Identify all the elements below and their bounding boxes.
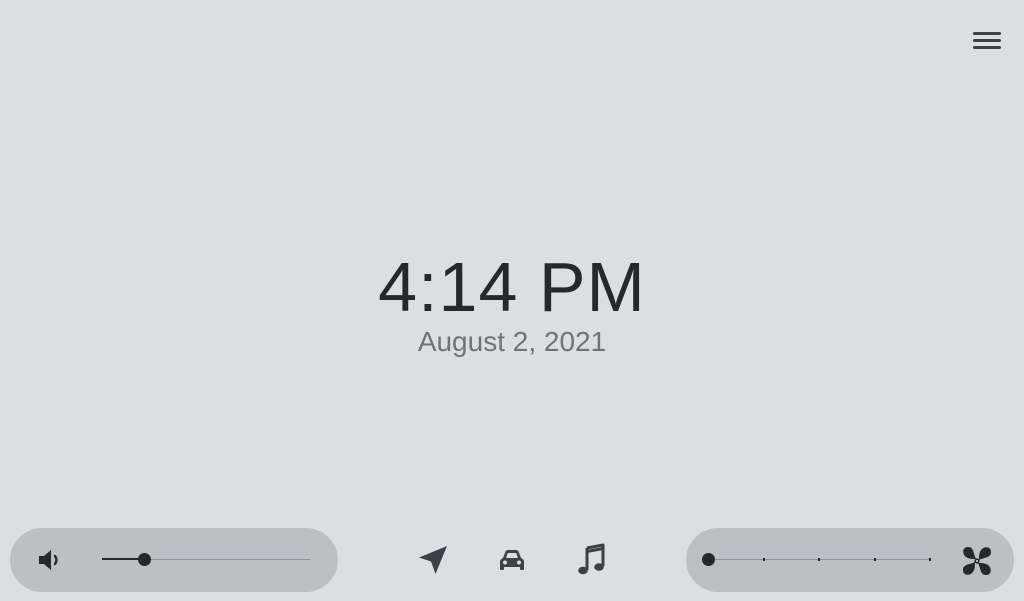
navigation-button[interactable] — [413, 540, 453, 580]
navigation-arrow-icon — [419, 546, 447, 574]
home-screen: 4:14 PM August 2, 2021 — [0, 0, 1024, 601]
fan-speed-slider[interactable] — [702, 550, 931, 570]
fan-slider-tick — [929, 558, 931, 561]
fan-control — [686, 528, 1014, 592]
clock-time: 4:14 PM — [378, 248, 646, 326]
music-button[interactable] — [572, 540, 612, 580]
music-note-icon — [578, 543, 605, 575]
clock-date: August 2, 2021 — [417, 326, 607, 357]
fan-icon — [963, 547, 991, 575]
volume-control — [10, 528, 338, 592]
volume-slider[interactable] — [102, 550, 310, 570]
fan-slider-tick — [763, 558, 765, 561]
fan-slider-thumb[interactable] — [702, 553, 715, 566]
car-icon — [500, 550, 524, 570]
volume-button[interactable] — [34, 544, 66, 576]
fan-button[interactable] — [960, 544, 994, 578]
car-button[interactable] — [492, 540, 532, 580]
speaker-volume-icon — [39, 550, 58, 570]
fan-slider-tick — [818, 558, 820, 561]
clock-display: 4:14 PM August 2, 2021 — [0, 245, 1024, 359]
hamburger-menu-icon — [973, 32, 1001, 49]
volume-slider-thumb[interactable] — [138, 553, 151, 566]
hamburger-menu-button[interactable] — [970, 28, 1004, 54]
fan-slider-tick — [874, 558, 876, 561]
